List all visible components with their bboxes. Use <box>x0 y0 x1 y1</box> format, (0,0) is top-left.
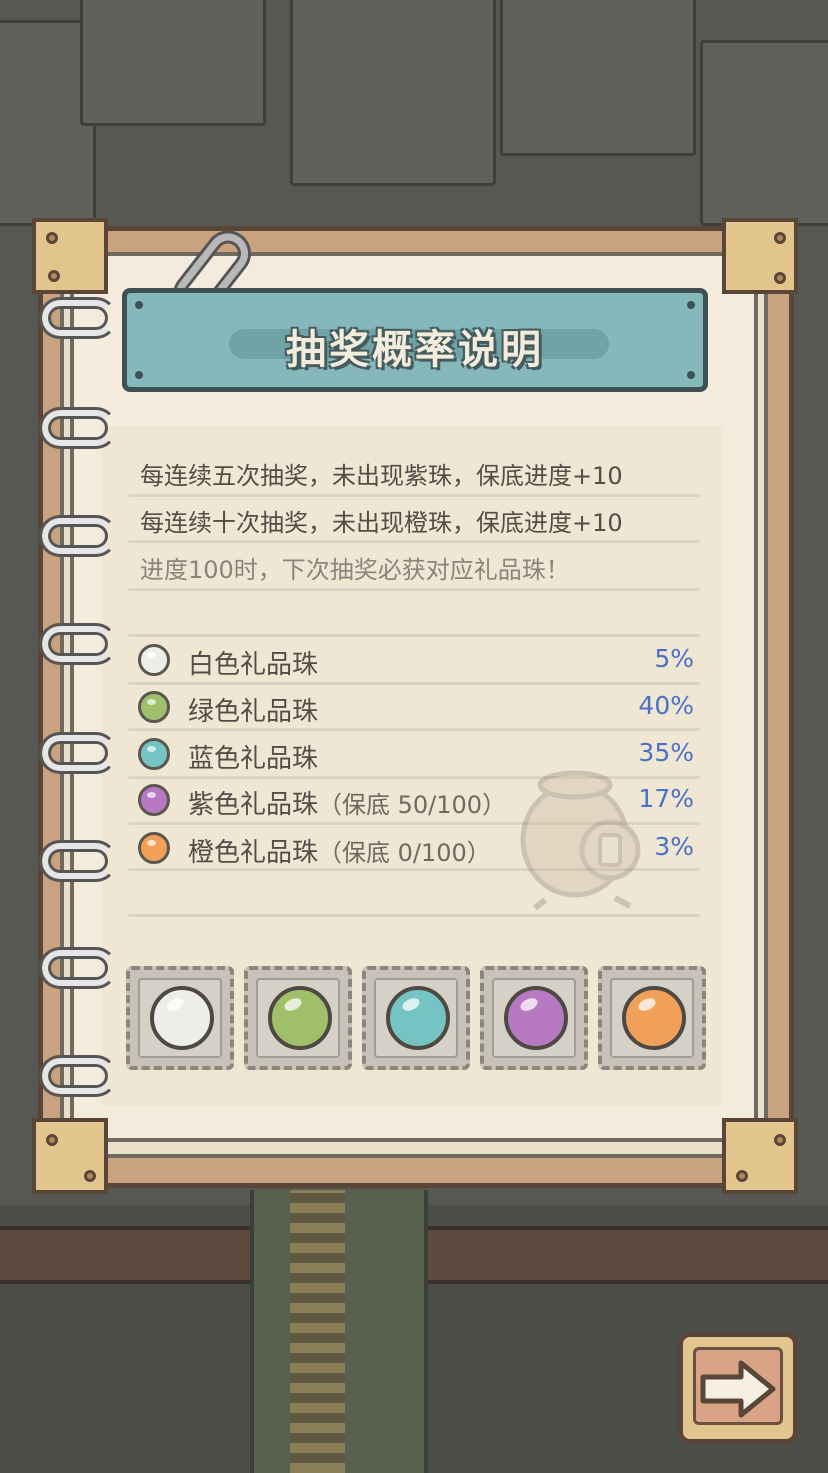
bead-rate: 17% <box>638 784 694 813</box>
green-bead-icon <box>138 691 170 723</box>
bead-stamp-purple <box>480 966 588 1070</box>
orange-bead-icon <box>138 832 170 864</box>
white-bead-icon <box>138 644 170 676</box>
bead-row-white: 白色礼品珠 5% <box>138 642 694 682</box>
guarantee-progress: （保底 50/100） <box>318 791 507 819</box>
bolt-icon <box>774 232 786 244</box>
spiral-ring-icon <box>39 515 117 557</box>
bead-name: 紫色礼品珠（保底 50/100） <box>188 784 506 821</box>
bead-row-blue: 蓝色礼品珠 35% <box>138 736 694 776</box>
bolt-icon <box>774 272 786 284</box>
bolt-icon <box>46 1134 58 1146</box>
rule-text-orange: 每连续十次抽奖，未出现橙珠，保底进度+10 <box>140 509 623 537</box>
spiral-ring-icon <box>39 623 117 665</box>
bead-rate: 3% <box>654 832 694 861</box>
bead-row-green: 绿色礼品珠 40% <box>138 689 694 729</box>
bead-stamp-white <box>126 966 234 1070</box>
bead-name: 绿色礼品珠 <box>188 691 318 728</box>
bead-row-purple: 紫色礼品珠（保底 50/100） 17% <box>138 782 694 822</box>
bead-stamp-blue <box>362 966 470 1070</box>
spiral-ring-icon <box>39 407 117 449</box>
spiral-ring-icon <box>39 947 117 989</box>
bolt-icon <box>736 1170 748 1182</box>
bead-row-orange: 橙色礼品珠（保底 0/100） 3% <box>138 830 694 870</box>
blue-bead-icon <box>386 986 450 1050</box>
corner-bracket <box>722 1118 798 1194</box>
wall-panel <box>80 0 266 126</box>
bead-label: 绿色礼品珠 <box>188 697 319 727</box>
purple-bead-icon <box>504 986 568 1050</box>
orange-bead-icon <box>622 986 686 1050</box>
guarantee-progress: （保底 0/100） <box>318 839 491 867</box>
ruled-line <box>128 540 700 543</box>
title-banner: 抽奖概率说明 <box>122 288 708 392</box>
bead-name: 白色礼品珠 <box>188 644 318 681</box>
bead-stamp-orange <box>598 966 706 1070</box>
corner-bracket <box>32 218 108 294</box>
next-button[interactable] <box>678 1332 798 1444</box>
arrow-right-icon <box>700 1360 776 1418</box>
corner-bracket <box>32 1118 108 1194</box>
bolt-icon <box>84 1170 96 1182</box>
spiral-ring-icon <box>39 732 117 774</box>
corner-bracket <box>722 218 798 294</box>
dialog-title: 抽奖概率说明 <box>286 327 544 373</box>
rule-text-guarantee: 进度100时，下次抽奖必获对应礼品珠！ <box>140 556 570 584</box>
rivet-icon <box>687 301 695 309</box>
bolt-icon <box>48 270 60 282</box>
white-bead-icon <box>150 986 214 1050</box>
bead-name: 橙色礼品珠（保底 0/100） <box>188 832 491 869</box>
blue-bead-icon <box>138 738 170 770</box>
bead-label: 蓝色礼品珠 <box>188 744 319 774</box>
ruled-line <box>128 588 700 591</box>
ruled-line <box>128 682 700 685</box>
spiral-ring-icon <box>39 840 117 882</box>
wall-panel <box>290 0 496 186</box>
rivet-icon <box>135 301 143 309</box>
bead-label: 紫色礼品珠 <box>188 790 319 820</box>
rule-text-purple: 每连续五次抽奖，未出现紫珠，保底进度+10 <box>140 462 623 490</box>
spiral-ring-icon <box>39 297 117 339</box>
bead-label: 白色礼品珠 <box>188 650 319 680</box>
bolt-icon <box>774 1134 786 1146</box>
bolt-icon <box>46 232 58 244</box>
purple-bead-icon <box>138 784 170 816</box>
wall-panel <box>500 0 696 156</box>
ruled-line <box>128 634 700 637</box>
ruled-line <box>128 494 700 497</box>
bead-rate: 35% <box>638 738 694 767</box>
ruled-line <box>128 914 700 917</box>
bead-rate: 5% <box>654 644 694 673</box>
spiral-ring-icon <box>39 1055 117 1097</box>
bead-stamp-green <box>244 966 352 1070</box>
background-stripe <box>290 1190 345 1473</box>
green-bead-icon <box>268 986 332 1050</box>
wall-panel <box>700 40 828 226</box>
bead-label: 橙色礼品珠 <box>188 838 319 868</box>
bead-rate: 40% <box>638 691 694 720</box>
bead-name: 蓝色礼品珠 <box>188 738 318 775</box>
